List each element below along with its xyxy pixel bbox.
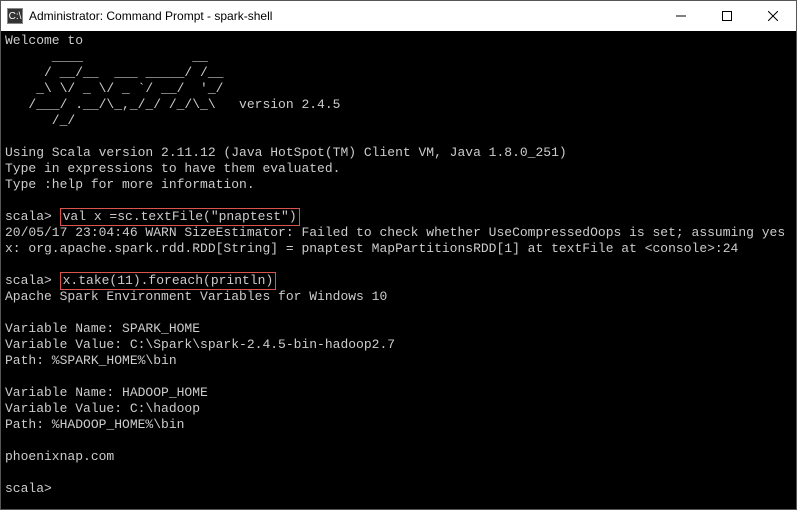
scala-prompt: scala> bbox=[5, 273, 60, 288]
terminal-output[interactable]: Welcome to ____ __ / __/__ ___ _____/ /_… bbox=[1, 31, 796, 509]
terminal-line: / __/__ ___ _____/ /__ bbox=[5, 65, 223, 80]
terminal-line: Welcome to bbox=[5, 33, 83, 48]
terminal-line: Type in expressions to have them evaluat… bbox=[5, 161, 340, 176]
close-icon bbox=[768, 11, 778, 21]
scala-prompt: scala> bbox=[5, 209, 60, 224]
terminal-line: Path: %SPARK_HOME%\bin bbox=[5, 353, 177, 368]
maximize-button[interactable] bbox=[704, 1, 750, 31]
terminal-line: _\ \/ _ \/ _ `/ __/ '_/ bbox=[5, 81, 223, 96]
window-controls bbox=[658, 1, 796, 31]
cmd-icon: C:\ bbox=[7, 8, 23, 24]
terminal-line: Path: %HADOOP_HOME%\bin bbox=[5, 417, 184, 432]
terminal-line: 20/05/17 23:04:46 WARN SizeEstimator: Fa… bbox=[5, 225, 785, 240]
terminal-line: Variable Name: SPARK_HOME bbox=[5, 321, 200, 336]
minimize-button[interactable] bbox=[658, 1, 704, 31]
scala-prompt: scala> bbox=[5, 481, 60, 496]
highlighted-command-1: val x =sc.textFile("pnaptest") bbox=[60, 208, 300, 226]
terminal-line: ____ __ bbox=[5, 49, 208, 64]
minimize-icon bbox=[676, 11, 686, 21]
terminal-line: /_/ bbox=[5, 113, 75, 128]
terminal-line: x: org.apache.spark.rdd.RDD[String] = pn… bbox=[5, 241, 738, 256]
terminal-line: Variable Value: C:\Spark\spark-2.4.5-bin… bbox=[5, 337, 395, 352]
terminal-line: Type :help for more information. bbox=[5, 177, 255, 192]
maximize-icon bbox=[722, 11, 732, 21]
titlebar[interactable]: C:\ Administrator: Command Prompt - spar… bbox=[1, 1, 796, 31]
highlighted-command-2: x.take(11).foreach(println) bbox=[60, 272, 277, 290]
terminal-line: Apache Spark Environment Variables for W… bbox=[5, 289, 387, 304]
terminal-line: Variable Value: C:\hadoop bbox=[5, 401, 200, 416]
terminal-line: Using Scala version 2.11.12 (Java HotSpo… bbox=[5, 145, 567, 160]
close-button[interactable] bbox=[750, 1, 796, 31]
window-title: Administrator: Command Prompt - spark-sh… bbox=[29, 9, 658, 23]
terminal-line: phoenixnap.com bbox=[5, 449, 114, 464]
terminal-line: Variable Name: HADOOP_HOME bbox=[5, 385, 208, 400]
terminal-line: /___/ .__/\_,_/_/ /_/\_\ version 2.4.5 bbox=[5, 97, 340, 112]
command-prompt-window: C:\ Administrator: Command Prompt - spar… bbox=[0, 0, 797, 510]
